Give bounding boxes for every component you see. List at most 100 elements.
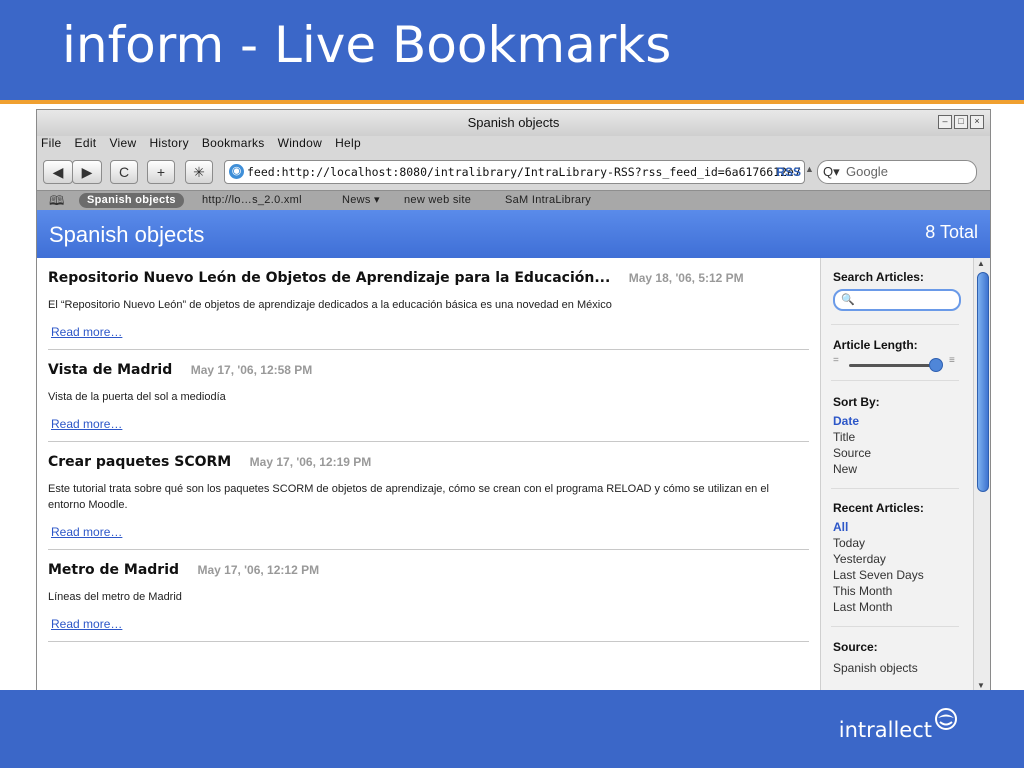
recent-option-last-seven-days[interactable]: Last Seven Days bbox=[833, 567, 924, 583]
recent-option-yesterday[interactable]: Yesterday bbox=[833, 551, 924, 567]
article-description: Este tutorial trata sobre qué son los pa… bbox=[48, 483, 769, 511]
recent-articles-title: Recent Articles: bbox=[833, 501, 924, 515]
article-item: Vista de Madrid May 17, '06, 12:58 PM Vi… bbox=[48, 350, 809, 442]
menu-history[interactable]: History bbox=[149, 136, 188, 152]
address-url: feed:http://localhost:8080/intralibrary/… bbox=[247, 165, 801, 179]
recent-option-last-month[interactable]: Last Month bbox=[833, 599, 924, 615]
sort-by-title: Sort By: bbox=[833, 395, 880, 409]
globe-icon: ◉ bbox=[229, 164, 244, 179]
menu-help[interactable]: Help bbox=[335, 136, 361, 152]
slide-footer: intrallect bbox=[0, 690, 1024, 768]
toolbar: ◀ ▶ C + ✳ ◉ feed:http://localhost:8080/i… bbox=[37, 156, 990, 186]
bookmark-new-web-site[interactable]: new web site bbox=[404, 191, 471, 210]
bookmark-sam-intralibrary[interactable]: SaM IntraLibrary bbox=[505, 191, 591, 210]
sort-option-source[interactable]: Source bbox=[833, 445, 871, 461]
bookmarks-bar: 🕮 Spanish objects http://lo…s_2.0.xml Ne… bbox=[37, 190, 990, 211]
scroll-thumb[interactable] bbox=[977, 272, 989, 492]
article-item: Metro de Madrid May 17, '06, 12:12 PM Lí… bbox=[48, 550, 809, 642]
maximize-icon[interactable]: □ bbox=[954, 115, 968, 129]
read-more-link[interactable]: Read more… bbox=[51, 617, 122, 631]
close-icon[interactable]: × bbox=[970, 115, 984, 129]
reload-button[interactable]: C bbox=[110, 160, 138, 184]
scrollbar[interactable]: ▲ ▼ bbox=[973, 258, 990, 691]
search-box[interactable]: Q▾ Google bbox=[817, 160, 977, 184]
article-length-slider[interactable] bbox=[849, 364, 939, 367]
recent-option-today[interactable]: Today bbox=[833, 535, 924, 551]
minimize-icon[interactable]: – bbox=[938, 115, 952, 129]
menu-bookmarks[interactable]: Bookmarks bbox=[202, 136, 265, 152]
back-button[interactable]: ◀ bbox=[43, 160, 73, 184]
recent-option-all[interactable]: All bbox=[833, 519, 924, 535]
read-more-link[interactable]: Read more… bbox=[51, 417, 122, 431]
feed-sidebar: Search Articles: 🔍 Article Length: = ≡ S… bbox=[820, 258, 973, 691]
bookmarks-book-icon[interactable]: 🕮 bbox=[49, 191, 65, 210]
article-item: Crear paquetes SCORM May 17, '06, 12:19 … bbox=[48, 442, 809, 550]
article-description: El “Repositorio Nuevo León” de objetos d… bbox=[48, 299, 612, 311]
window-title: Spanish objects bbox=[467, 115, 560, 130]
slider-knob[interactable] bbox=[929, 358, 943, 372]
article-date: May 18, '06, 5:12 PM bbox=[628, 271, 744, 285]
divider bbox=[831, 626, 959, 627]
long-length-icon: ≡ bbox=[949, 355, 955, 366]
slide-title: inform - Live Bookmarks bbox=[62, 16, 672, 74]
menu-edit[interactable]: Edit bbox=[75, 136, 97, 152]
intrallect-logo: intrallect bbox=[838, 718, 932, 742]
logo-mark-icon bbox=[935, 708, 957, 730]
bookmark-spanish-objects[interactable]: Spanish objects bbox=[79, 193, 184, 208]
feed-total: 8 Total bbox=[925, 222, 978, 242]
sort-options: Date Title Source New bbox=[833, 413, 871, 477]
read-more-link[interactable]: Read more… bbox=[51, 325, 122, 339]
forward-button[interactable]: ▶ bbox=[72, 160, 102, 184]
plus-icon: + bbox=[156, 164, 166, 180]
bug-icon: ✳ bbox=[193, 164, 205, 180]
bookmark-news[interactable]: News ▾ bbox=[342, 191, 380, 210]
search-placeholder: Google bbox=[846, 164, 888, 179]
scroll-down-icon[interactable]: ▼ bbox=[977, 681, 985, 690]
sort-option-date[interactable]: Date bbox=[833, 413, 871, 429]
article-length-title: Article Length: bbox=[833, 338, 918, 352]
menu-bar: File Edit View History Bookmarks Window … bbox=[41, 136, 361, 152]
add-bookmark-button[interactable]: + bbox=[147, 160, 175, 184]
article-title[interactable]: Repositorio Nuevo León de Objetos de Apr… bbox=[48, 270, 610, 286]
forward-arrow-icon: ▶ bbox=[81, 164, 93, 180]
browser-window: Spanish objects – □ × File Edit View His… bbox=[36, 109, 991, 691]
article-date: May 17, '06, 12:12 PM bbox=[197, 563, 320, 577]
read-more-link[interactable]: Read more… bbox=[51, 525, 122, 539]
slide-header: inform - Live Bookmarks bbox=[0, 0, 1024, 104]
window-titlebar[interactable]: Spanish objects – □ × bbox=[37, 110, 990, 136]
window-controls: – □ × bbox=[938, 115, 984, 129]
menu-file[interactable]: File bbox=[41, 136, 62, 152]
feed-header: Spanish objects 8 Total bbox=[37, 210, 990, 258]
article-item: Repositorio Nuevo León de Objetos de Apr… bbox=[48, 258, 809, 350]
sort-option-title[interactable]: Title bbox=[833, 429, 871, 445]
accent-stripe bbox=[0, 100, 1024, 104]
menu-window[interactable]: Window bbox=[278, 136, 322, 152]
article-title[interactable]: Vista de Madrid bbox=[48, 362, 172, 378]
article-date: May 17, '06, 12:19 PM bbox=[249, 455, 372, 469]
magnifier-icon: 🔍 bbox=[841, 294, 855, 306]
back-arrow-icon: ◀ bbox=[52, 164, 64, 180]
sort-option-new[interactable]: New bbox=[833, 461, 871, 477]
article-list: Repositorio Nuevo León de Objetos de Apr… bbox=[37, 258, 820, 691]
article-title[interactable]: Crear paquetes SCORM bbox=[48, 454, 231, 470]
rss-dropdown-icon[interactable]: ▲ bbox=[805, 164, 814, 174]
search-articles-input[interactable]: 🔍 bbox=[833, 289, 961, 311]
bug-report-button[interactable]: ✳ bbox=[185, 160, 213, 184]
recent-options: All Today Yesterday Last Seven Days This… bbox=[833, 519, 924, 615]
article-title[interactable]: Metro de Madrid bbox=[48, 562, 179, 578]
bookmark-xml-feed[interactable]: http://lo…s_2.0.xml bbox=[202, 191, 302, 210]
article-date: May 17, '06, 12:58 PM bbox=[190, 363, 313, 377]
rss-button[interactable]: RSS bbox=[776, 161, 801, 183]
scroll-up-icon[interactable]: ▲ bbox=[977, 259, 985, 268]
source-option[interactable]: Spanish objects bbox=[833, 660, 918, 676]
divider bbox=[831, 380, 959, 381]
recent-option-this-month[interactable]: This Month bbox=[833, 583, 924, 599]
search-articles-title: Search Articles: bbox=[833, 270, 924, 284]
feed-title: Spanish objects bbox=[49, 222, 205, 247]
source-title: Source: bbox=[833, 640, 878, 654]
address-bar[interactable]: ◉ feed:http://localhost:8080/intralibrar… bbox=[224, 160, 805, 184]
article-description: Vista de la puerta del sol a mediodía bbox=[48, 391, 226, 403]
search-engine-icon[interactable]: Q▾ bbox=[823, 161, 840, 183]
menu-view[interactable]: View bbox=[109, 136, 136, 152]
divider bbox=[831, 324, 959, 325]
